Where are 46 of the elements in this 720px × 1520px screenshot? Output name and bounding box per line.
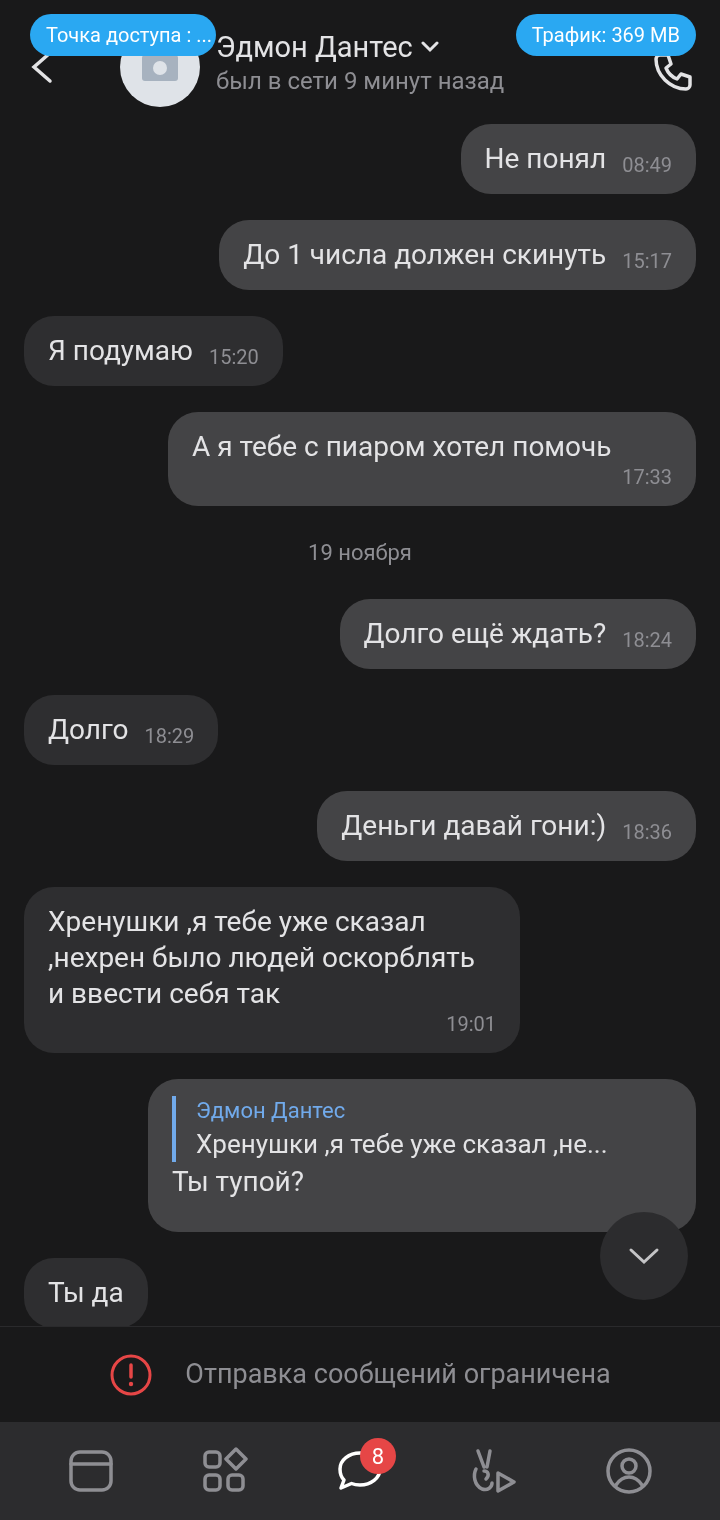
message-text: Долго (48, 712, 129, 748)
clips-icon (470, 1447, 519, 1495)
traffic-toast: Трафик: 369 MB (515, 14, 696, 56)
chevron-down-icon (420, 41, 439, 53)
message-text: Я подумаю (48, 333, 193, 369)
warning-icon (109, 1352, 154, 1397)
message-bubble[interactable]: Деньги давай гони:) 18:36 (317, 791, 696, 861)
message-bubble[interactable]: Эдмон Дантес Хренушки ,я тебе уже сказал ,не... Ты тупой? (148, 1079, 696, 1232)
message-bubble[interactable]: Долго 18:29 (24, 695, 219, 765)
message-text: Не понял (484, 141, 607, 177)
message-text: Ты да (48, 1275, 124, 1311)
message-time: 15:17 (621, 249, 672, 273)
grid-icon (201, 1447, 250, 1495)
message-bubble[interactable]: Не понял 08:49 (460, 124, 696, 194)
message-bubble[interactable]: А я тебе с пиаром хотел помочь 17:33 (168, 412, 696, 506)
nav-tab[interactable]: 8 (319, 1436, 400, 1506)
message-text: Ты тупой? (172, 1164, 305, 1200)
unread-badge: 8 (359, 1438, 396, 1474)
message-bubble[interactable]: Ты да (24, 1258, 148, 1326)
contact-name[interactable]: Эдмон Дантес (216, 29, 505, 65)
message-bubble[interactable]: Долго ещё ждать? 18:24 (339, 599, 696, 669)
hotspot-toast: Точка доступа : ... (30, 14, 216, 56)
quoted-author: Эдмон Дантес (196, 1097, 347, 1125)
quoted-text: Хренушки ,я тебе уже сказал ,не... (196, 1128, 609, 1161)
message-text: До 1 числа должен скинуть (243, 237, 607, 273)
restriction-notice: Отправка сообщений ограничена (185, 1357, 611, 1393)
message-text: Деньги давай гони:) (341, 808, 607, 844)
quoted-message[interactable]: Эдмон Дантес Хренушки ,я тебе уже сказал ,не... (172, 1096, 672, 1162)
message-bubble[interactable]: До 1 числа должен скинуть 15:17 (219, 220, 696, 290)
message-time: 15:20 (207, 345, 259, 369)
message-time: 17:33 (621, 465, 672, 489)
date-separator: 19 ноября (308, 539, 412, 567)
chevron-down-icon (628, 1247, 660, 1265)
last-seen-status: был в сети 9 минут назад (216, 66, 505, 97)
feed-icon (68, 1448, 115, 1494)
message-time: 18:36 (621, 820, 672, 844)
message-bubble[interactable]: Хренушки ,я тебе уже сказал ,нехрен было людей оскорблять и ввести себя так 19:01 (24, 887, 520, 1053)
message-text: Хренушки ,я тебе уже сказал ,нехрен было людей оскорблять и ввести себя так (48, 904, 476, 1012)
message-time: 19:01 (445, 1012, 496, 1036)
message-text: А я тебе с пиаром хотел помочь (192, 429, 612, 465)
message-text: Долго ещё ждать? (363, 616, 607, 652)
message-time: 08:49 (621, 153, 672, 177)
message-time: 18:29 (143, 724, 195, 748)
message-time: 18:24 (621, 628, 672, 652)
profile-icon (604, 1447, 653, 1495)
message-bubble[interactable]: Я подумаю 15:20 (24, 316, 283, 386)
